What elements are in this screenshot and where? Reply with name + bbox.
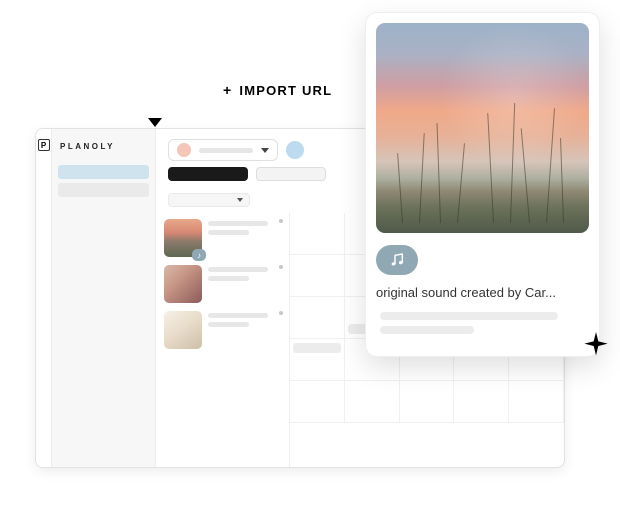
event-chip[interactable] xyxy=(293,343,341,353)
calendar-cell[interactable] xyxy=(290,213,345,255)
calendar-cell[interactable] xyxy=(290,297,345,339)
brand-rail: P xyxy=(36,129,52,467)
placeholder-line xyxy=(208,322,249,327)
draft-card[interactable]: ♪ xyxy=(164,219,283,257)
draft-meta xyxy=(208,265,283,303)
import-url-callout: + IMPORT URL xyxy=(223,82,332,98)
sound-row xyxy=(376,245,589,275)
draft-thumbnail xyxy=(164,265,202,303)
sparkle-icon xyxy=(582,332,610,360)
sound-label: original sound created by Car... xyxy=(376,285,589,300)
skeleton-lines xyxy=(376,312,589,334)
nav-item-active[interactable] xyxy=(58,165,149,179)
calendar-cell[interactable] xyxy=(509,381,564,423)
music-icon[interactable] xyxy=(376,245,418,275)
placeholder-line xyxy=(208,230,249,235)
tab[interactable] xyxy=(256,167,326,181)
preview-image xyxy=(376,23,589,233)
draft-meta xyxy=(208,311,283,349)
brand-logo-icon: P xyxy=(38,139,50,151)
more-icon[interactable] xyxy=(279,265,283,269)
preview-card: original sound created by Car... xyxy=(365,12,600,357)
placeholder-line xyxy=(208,221,268,226)
draft-card[interactable] xyxy=(164,265,283,303)
draft-card[interactable] xyxy=(164,311,283,349)
filter-dropdown[interactable] xyxy=(168,193,250,207)
calendar-cell[interactable] xyxy=(290,339,345,381)
draft-thumbnail: ♪ xyxy=(164,219,202,257)
avatar-icon xyxy=(177,143,191,157)
calendar-cell[interactable] xyxy=(290,381,345,423)
import-url-label: IMPORT URL xyxy=(239,83,332,98)
nav-sidebar: PLANOLY xyxy=(52,129,156,467)
profile-dropdown[interactable] xyxy=(168,139,278,161)
placeholder-line xyxy=(208,276,249,281)
draft-thumbnail xyxy=(164,311,202,349)
calendar-cell[interactable] xyxy=(454,381,509,423)
more-icon[interactable] xyxy=(279,311,283,315)
tab-active[interactable] xyxy=(168,167,248,181)
callout-pointer-icon xyxy=(148,118,162,127)
more-icon[interactable] xyxy=(279,219,283,223)
placeholder-line xyxy=(208,267,268,272)
plus-icon: + xyxy=(223,82,232,98)
music-badge-icon: ♪ xyxy=(192,249,206,261)
placeholder-line xyxy=(380,312,558,320)
calendar-cell[interactable] xyxy=(345,381,400,423)
draft-meta xyxy=(208,219,283,257)
calendar-cell[interactable] xyxy=(290,255,345,297)
nav-item[interactable] xyxy=(58,183,149,197)
draft-list: ♪ xyxy=(156,213,290,467)
placeholder-line xyxy=(199,148,253,153)
chevron-down-icon xyxy=(237,198,243,202)
chevron-down-icon xyxy=(261,148,269,153)
placeholder-line xyxy=(208,313,268,318)
placeholder-line xyxy=(380,326,474,334)
brand-name: PLANOLY xyxy=(52,142,155,151)
secondary-avatar-icon[interactable] xyxy=(286,141,304,159)
calendar-cell[interactable] xyxy=(400,381,455,423)
